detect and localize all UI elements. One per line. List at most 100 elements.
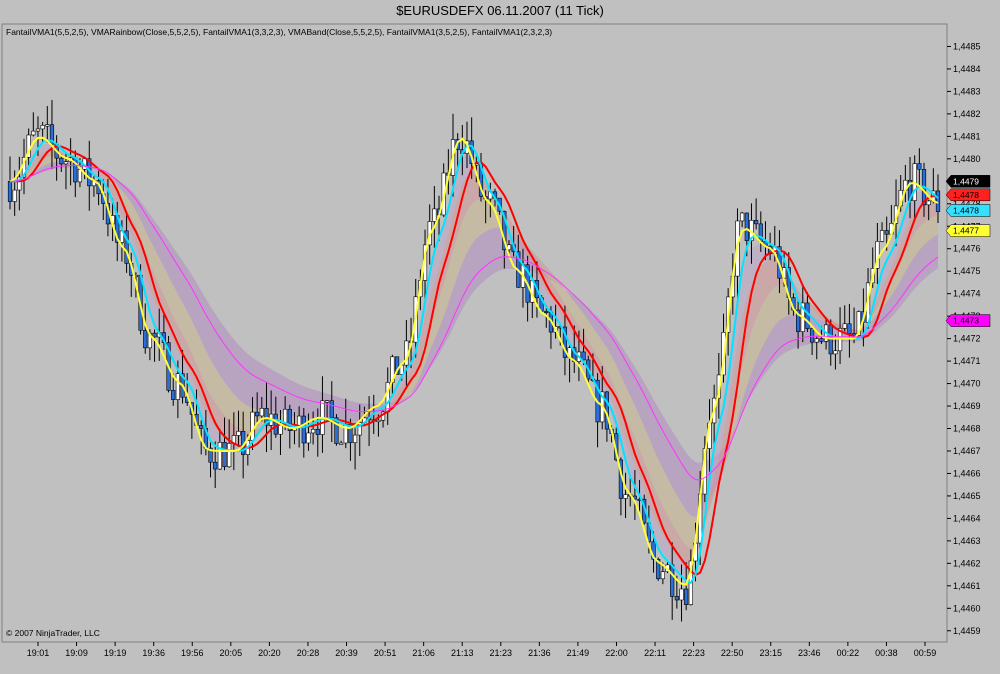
x-tick-label: 19:01 <box>27 648 50 658</box>
candle-body <box>352 434 358 444</box>
candle-body <box>143 330 148 349</box>
y-tick-label: 1,4467 <box>953 446 981 456</box>
candle-body <box>77 168 83 183</box>
y-tick-label: 1,4466 <box>953 468 981 478</box>
y-tick-label: 1,4472 <box>953 334 981 344</box>
price-tag-label: 1,4479 <box>953 176 979 186</box>
candle-body <box>259 408 264 417</box>
candle-body <box>674 596 679 601</box>
candle-body <box>59 157 64 165</box>
candle-body <box>325 400 330 403</box>
candle-body <box>315 428 320 435</box>
y-tick-label: 1,4476 <box>953 244 981 254</box>
candle-body <box>847 323 852 334</box>
y-tick-label: 1,4468 <box>953 424 981 434</box>
candle-body <box>544 310 549 313</box>
candle-body <box>805 302 810 329</box>
candle-body <box>684 588 689 605</box>
indicator-legend: FantailVMA1(5,5,2,5), VMARainbow(Close,5… <box>6 27 552 37</box>
candle-body <box>12 189 17 202</box>
candle-body <box>884 230 889 235</box>
x-tick-label: 21:13 <box>451 648 474 658</box>
x-tick-label: 20:20 <box>258 648 281 658</box>
candle-body <box>809 328 815 343</box>
price-chart[interactable]: FantailVMA1(5,5,2,5), VMARainbow(Close,5… <box>0 0 1000 674</box>
candle-body <box>376 419 381 423</box>
x-tick-label: 20:28 <box>297 648 320 658</box>
x-tick-label: 22:23 <box>682 648 705 658</box>
x-tick-label: 21:06 <box>412 648 435 658</box>
candle-body <box>740 212 745 222</box>
candle-body <box>250 411 255 441</box>
y-tick-label: 1,4482 <box>953 109 981 119</box>
time-axis[interactable]: 19:01 19:09 19:19 19:36 19:56 20:05 20:20 20:28… <box>27 642 937 658</box>
x-tick-label: 19:36 <box>142 648 165 658</box>
y-tick-label: 1,4481 <box>953 131 981 141</box>
candle-body <box>45 124 50 127</box>
candle-body <box>432 208 437 222</box>
candle-body <box>670 564 675 597</box>
candle-body <box>660 571 665 580</box>
price-tag: 1,4478 <box>945 188 991 202</box>
candle-body <box>227 443 232 468</box>
candle-body <box>679 588 684 601</box>
candle-body <box>273 413 278 435</box>
y-tick-label: 1,4470 <box>953 379 981 389</box>
candle-body <box>926 200 931 206</box>
candle-body <box>278 424 283 435</box>
price-tag: 1,4479 <box>945 175 991 188</box>
x-tick-label: 19:09 <box>65 648 88 658</box>
candle-body <box>879 230 885 242</box>
price-tag-label: 1,4477 <box>953 226 979 236</box>
candle-body <box>236 431 241 436</box>
candle-body <box>623 494 628 499</box>
y-tick-label: 1,4460 <box>953 603 981 613</box>
x-tick-label: 21:36 <box>528 648 551 658</box>
x-tick-label: 00:38 <box>875 648 898 658</box>
candle-body <box>35 128 41 132</box>
y-tick-label: 1,4461 <box>953 581 981 591</box>
y-tick-label: 1,4459 <box>953 626 981 636</box>
candle-body <box>814 338 819 343</box>
candle-body <box>819 338 824 342</box>
candle-body <box>833 350 838 355</box>
candle-body <box>311 428 316 434</box>
price-tag: 1,4477 <box>945 224 991 237</box>
candle-body <box>301 415 306 444</box>
x-tick-label: 00:59 <box>914 648 937 658</box>
x-tick-label: 22:11 <box>644 648 666 658</box>
x-tick-label: 19:19 <box>104 648 127 658</box>
y-tick-label: 1,4462 <box>953 558 981 568</box>
candle-body <box>306 432 311 444</box>
y-tick-label: 1,4463 <box>953 536 981 546</box>
candle-body <box>152 332 157 338</box>
candle-body <box>217 442 222 470</box>
y-tick-label: 1,4464 <box>953 513 981 523</box>
candle-body <box>222 442 227 468</box>
candle-body <box>842 323 847 329</box>
y-tick-label: 1,4475 <box>953 266 981 276</box>
candle-body <box>754 220 759 225</box>
x-tick-label: 20:39 <box>335 648 358 658</box>
candle-body <box>255 411 260 417</box>
candle-body <box>935 190 941 212</box>
candle-body <box>175 373 180 400</box>
price-tag: 1,4478 <box>945 204 991 217</box>
y-tick-label: 1,4465 <box>953 491 981 501</box>
x-tick-label: 23:46 <box>798 648 821 658</box>
candle-body <box>63 161 69 165</box>
candle-body <box>329 400 334 419</box>
copyright-label: © 2007 NinjaTrader, LLC <box>6 628 100 638</box>
candle-body <box>7 181 13 202</box>
y-tick-label: 1,4483 <box>953 86 981 96</box>
x-tick-label: 19:56 <box>181 648 204 658</box>
x-tick-label: 20:51 <box>374 648 397 658</box>
x-tick-label: 20:05 <box>220 648 243 658</box>
chart-window: $EURUSDEFX 06.11.2007 (11 Tick) FantailV… <box>0 0 1000 674</box>
price-axis[interactable]: 1,4459 1,4460 1,4461 1,4462 1,4463 1,4464 1,44… <box>947 41 981 636</box>
y-tick-label: 1,4480 <box>953 154 981 164</box>
y-tick-label: 1,4471 <box>953 356 981 366</box>
candle-body <box>31 130 36 136</box>
candle-body <box>213 461 218 470</box>
y-tick-label: 1,4485 <box>953 41 981 51</box>
